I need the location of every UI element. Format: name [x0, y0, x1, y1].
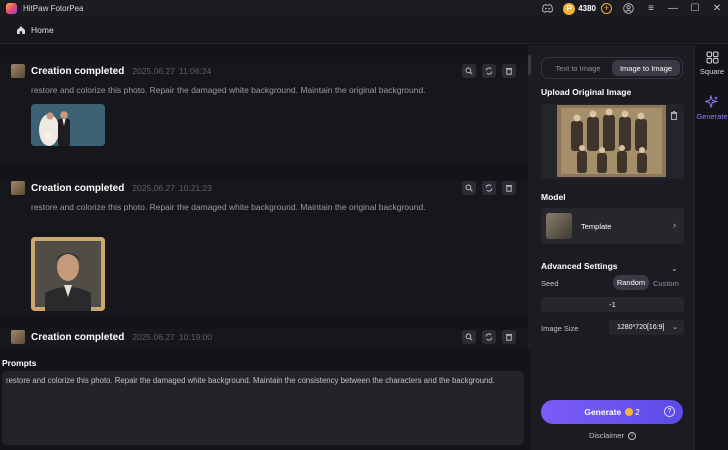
card-time: 11:06:24 [178, 66, 212, 76]
side-item-square[interactable]: Square [695, 51, 728, 76]
model-label: Model [541, 192, 566, 202]
seed-custom-toggle[interactable]: Custom [653, 279, 679, 288]
app-logo-icon [6, 3, 17, 14]
help-icon[interactable]: ? [664, 406, 675, 417]
card-header: Creation completed 2025.06.27 11:06:24 [11, 63, 211, 79]
prompt-input[interactable]: restore and colorize this photo. Repair … [2, 371, 524, 445]
side-label-square: Square [699, 67, 725, 76]
card-title: Creation completed [31, 65, 125, 77]
card-thumbnail [11, 64, 25, 78]
image-size-value: 1280*720[16:9] [617, 324, 665, 331]
generate-label: Generate [584, 407, 622, 417]
trash-icon[interactable] [670, 111, 678, 122]
menu-icon[interactable]: ≡ [640, 0, 662, 17]
disclaimer-link[interactable]: Disclaimer i [531, 431, 694, 441]
card-time: 10:19:00 [178, 332, 212, 342]
coin-icon [625, 408, 634, 416]
info-icon: i [628, 432, 637, 441]
tab-text-to-image[interactable]: Text to Image [544, 60, 612, 76]
home-link[interactable]: Home [31, 25, 54, 35]
coin-balance[interactable]: P 4380 + [563, 2, 612, 15]
settings-panel: Text to Image Image to Image Upload Orig… [531, 45, 694, 450]
upload-area[interactable] [541, 104, 684, 179]
model-selector[interactable]: Template › [541, 208, 684, 244]
seed-random-toggle[interactable]: Random [613, 275, 649, 290]
creation-feed: Creation completed 2025.06.27 11:06:24 r… [0, 45, 530, 350]
card-title: Creation completed [31, 331, 125, 343]
regenerate-icon[interactable] [482, 64, 496, 78]
zoom-icon[interactable] [462, 330, 476, 344]
zoom-icon[interactable] [462, 181, 476, 195]
model-thumbnail [546, 213, 572, 239]
chevron-down-icon[interactable]: ⌄ [671, 264, 678, 273]
card-header: Creation completed 2025.06.27 10:21:23 [11, 180, 212, 196]
side-item-generate[interactable]: Generate [695, 95, 728, 121]
delete-icon[interactable] [502, 64, 516, 78]
chevron-down-icon: ⌄ [672, 324, 678, 331]
card-date: 2025.06.27 [132, 183, 175, 193]
result-image[interactable] [31, 237, 105, 311]
prompts-section: Prompts restore and colorize this photo.… [0, 350, 530, 450]
title-bar: HitPaw FotorPea P 4380 + ≡ — ☐ ✕ [0, 0, 728, 17]
generate-cost: 2 [635, 407, 640, 417]
sparkle-icon [705, 95, 719, 109]
close-button[interactable]: ✕ [706, 0, 728, 17]
app-title: HitPaw FotorPea [23, 4, 84, 13]
creation-card: Creation completed 2025.06.27 11:06:24 r… [0, 63, 528, 164]
creation-card: Creation completed 2025.06.27 10:21:23 r… [0, 180, 528, 315]
uploaded-image [557, 105, 666, 177]
add-coins-button[interactable]: + [601, 3, 612, 14]
side-nav: Square Generate [694, 45, 728, 450]
model-name: Template [581, 222, 612, 231]
square-grid-icon [706, 51, 718, 64]
card-date: 2025.06.27 [132, 332, 175, 342]
coin-icon: P [563, 2, 576, 15]
zoom-icon[interactable] [462, 64, 476, 78]
upload-label: Upload Original Image [541, 87, 632, 97]
card-time: 10:21:23 [178, 183, 212, 193]
prompts-title: Prompts [2, 358, 37, 368]
disclaimer-label: Disclaimer [588, 431, 624, 440]
card-actions [456, 330, 516, 344]
maximize-button[interactable]: ☐ [684, 0, 706, 17]
delete-icon[interactable] [502, 330, 516, 344]
regenerate-icon[interactable] [482, 181, 496, 195]
user-icon[interactable] [621, 2, 635, 16]
discord-icon[interactable] [540, 2, 554, 16]
card-actions [456, 64, 516, 78]
image-size-select[interactable]: 1280*720[16:9] ⌄ [609, 320, 684, 335]
home-icon[interactable] [16, 25, 26, 35]
tab-image-to-image[interactable]: Image to Image [612, 60, 680, 76]
generate-button[interactable]: Generate 2 ? [541, 400, 683, 424]
advanced-settings-label[interactable]: Advanced Settings [541, 261, 618, 271]
delete-icon[interactable] [502, 181, 516, 195]
card-thumbnail [11, 330, 25, 344]
card-date: 2025.06.27 [132, 66, 175, 76]
coin-count: 4380 [578, 4, 596, 13]
card-prompt: restore and colorize this photo. Repair … [31, 85, 426, 95]
seed-label: Seed [541, 279, 559, 288]
card-title: Creation completed [31, 182, 125, 194]
result-image[interactable] [31, 104, 105, 146]
chevron-right-icon: › [673, 220, 676, 230]
card-header: Creation completed 2025.06.27 10:19:00 [11, 329, 212, 345]
card-actions [456, 181, 516, 195]
creation-card: Creation completed 2025.06.27 10:19:00 [0, 329, 528, 350]
regenerate-icon[interactable] [482, 330, 496, 344]
side-label-generate: Generate [696, 112, 728, 121]
minimize-button[interactable]: — [662, 0, 684, 17]
nav-bar: Home [0, 17, 728, 44]
titlebar-controls: P 4380 + ≡ — ☐ ✕ [535, 0, 728, 17]
seed-input[interactable]: -1 [541, 297, 684, 312]
mode-switch: Text to Image Image to Image [541, 57, 683, 79]
card-prompt: restore and colorize this photo. Repair … [31, 202, 426, 212]
card-thumbnail [11, 181, 25, 195]
image-size-label: Image Size [541, 324, 579, 333]
